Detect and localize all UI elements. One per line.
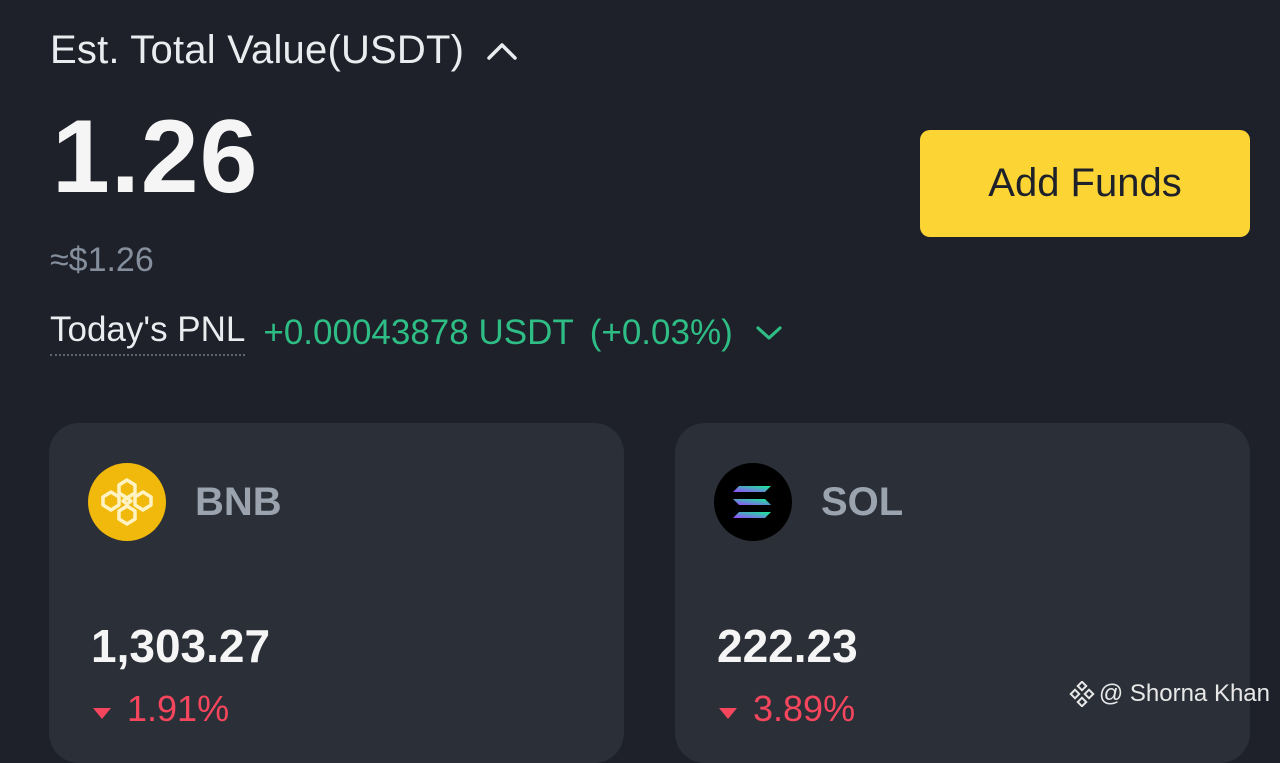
- coin-price: 222.23: [717, 620, 858, 672]
- watermark-text: @ Shorna Khan: [1098, 680, 1270, 707]
- add-funds-button[interactable]: Add Funds: [920, 130, 1250, 237]
- watermark: @ Shorna Khan: [1069, 680, 1270, 708]
- est-total-value-label: Est. Total Value(USDT): [50, 28, 465, 72]
- coin-symbol: SOL: [821, 479, 904, 524]
- pnl-label[interactable]: Today's PNL: [50, 310, 246, 356]
- coin-header: SOL: [713, 462, 903, 542]
- coin-card-bnb[interactable]: BNB 1,303.27 1.91%: [49, 423, 624, 763]
- chevron-down-icon[interactable]: [733, 324, 783, 342]
- coin-card-sol[interactable]: SOL 222.23 3.89%: [675, 423, 1250, 763]
- binance-logo-icon: [1069, 681, 1095, 707]
- pnl-row[interactable]: Today's PNL +0.00043878 USDT (+0.03%): [50, 310, 783, 356]
- coin-change-value: 3.89%: [753, 688, 856, 729]
- bnb-logo-icon: [87, 462, 167, 542]
- chevron-up-icon[interactable]: [486, 41, 518, 61]
- coin-change-value: 1.91%: [127, 688, 230, 729]
- sol-logo-icon: [713, 462, 793, 542]
- pnl-value: +0.00043878 USDT: [263, 313, 574, 352]
- pnl-percent: (+0.03%): [589, 313, 733, 352]
- est-total-value-toggle[interactable]: Est. Total Value(USDT): [50, 28, 518, 73]
- coin-price: 1,303.27: [91, 620, 271, 672]
- coin-change: 3.89%: [717, 688, 855, 730]
- triangle-down-icon: [717, 688, 739, 730]
- triangle-down-icon: [91, 688, 113, 730]
- coin-header: BNB: [87, 462, 282, 542]
- approx-usd-value: ≈$1.26: [50, 241, 154, 279]
- total-value: 1.26: [52, 99, 259, 215]
- coin-symbol: BNB: [195, 479, 282, 524]
- coin-change: 1.91%: [91, 688, 229, 730]
